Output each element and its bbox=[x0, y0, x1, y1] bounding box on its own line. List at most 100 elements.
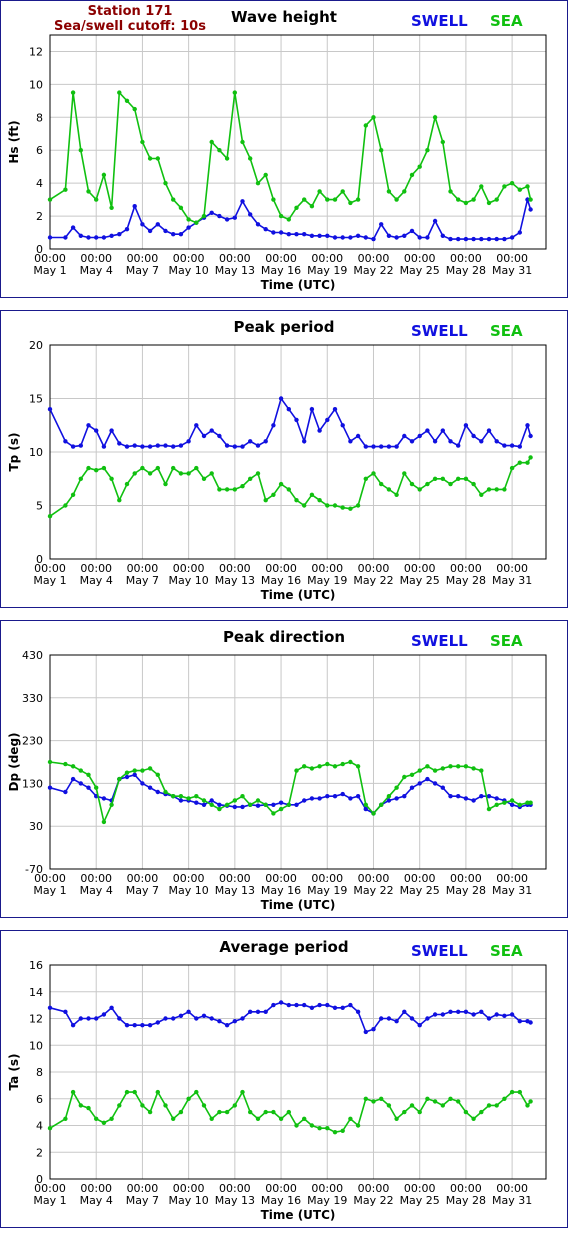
data-point-swell bbox=[386, 444, 392, 449]
data-point-swell bbox=[47, 785, 53, 790]
x-axis-label: Time (UTC) bbox=[261, 1208, 336, 1222]
data-point-swell bbox=[325, 233, 330, 238]
x-tick-date: May 16 bbox=[261, 264, 301, 277]
data-point-swell bbox=[163, 228, 168, 234]
data-point-sea bbox=[278, 1116, 284, 1121]
data-point-swell bbox=[278, 396, 284, 401]
data-point-sea bbox=[386, 487, 392, 492]
data-point-sea bbox=[479, 768, 484, 773]
data-point-swell bbox=[432, 439, 438, 444]
data-point-sea bbox=[201, 476, 207, 481]
data-point-sea bbox=[456, 197, 461, 202]
legend-sea: SEA bbox=[490, 632, 523, 650]
average-period-chart: 024681012141600:00May 100:00May 400:00Ma… bbox=[7, 938, 547, 1222]
data-point-swell bbox=[355, 233, 361, 238]
data-point-sea bbox=[70, 1089, 76, 1095]
data-point-sea bbox=[355, 1123, 361, 1128]
x-tick-date: May 25 bbox=[400, 1194, 440, 1207]
chart-title: Average period bbox=[219, 938, 348, 956]
x-tick-date: May 16 bbox=[261, 1194, 301, 1207]
y-axis-label: Tp (s) bbox=[7, 432, 21, 471]
data-point-sea bbox=[209, 471, 214, 476]
data-point-swell bbox=[448, 439, 453, 444]
data-point-swell bbox=[402, 233, 407, 238]
y-tick-label: 5 bbox=[36, 500, 43, 513]
data-point-sea bbox=[117, 1103, 122, 1108]
data-point-swell bbox=[163, 1016, 168, 1021]
data-point-sea bbox=[255, 181, 261, 186]
data-point-sea bbox=[294, 205, 299, 210]
data-point-swell bbox=[340, 423, 345, 428]
data-point-sea bbox=[394, 785, 399, 790]
data-point-swell bbox=[63, 439, 68, 444]
data-point-swell bbox=[209, 798, 214, 803]
data-point-swell bbox=[502, 443, 507, 448]
data-point-swell bbox=[248, 439, 253, 444]
data-point-sea bbox=[70, 764, 76, 769]
data-point-swell bbox=[432, 1012, 438, 1017]
y-tick-label: 130 bbox=[22, 777, 43, 790]
data-point-sea bbox=[186, 217, 191, 222]
data-point-sea bbox=[440, 139, 445, 145]
y-axis-label: Hs (ft) bbox=[7, 120, 21, 163]
data-point-swell bbox=[409, 228, 415, 234]
data-point-swell bbox=[471, 798, 476, 803]
data-point-sea bbox=[94, 468, 99, 473]
data-point-sea bbox=[124, 98, 130, 104]
data-point-swell bbox=[186, 225, 191, 230]
data-point-swell bbox=[147, 444, 153, 449]
data-point-swell bbox=[132, 204, 137, 209]
data-point-sea bbox=[217, 148, 222, 153]
data-point-sea bbox=[363, 476, 368, 481]
data-point-sea bbox=[525, 1103, 530, 1108]
data-point-sea bbox=[47, 197, 53, 202]
data-point-sea bbox=[140, 1103, 145, 1108]
data-point-swell bbox=[286, 407, 291, 412]
data-point-sea bbox=[528, 800, 533, 805]
data-point-sea bbox=[440, 476, 445, 481]
data-point-swell bbox=[479, 439, 484, 444]
data-point-sea bbox=[309, 1123, 315, 1128]
data-point-sea bbox=[232, 487, 237, 492]
data-point-sea bbox=[240, 484, 245, 489]
data-point-sea bbox=[309, 492, 315, 497]
data-point-sea bbox=[355, 503, 361, 508]
data-point-sea bbox=[402, 471, 407, 476]
data-point-sea bbox=[432, 476, 438, 481]
data-point-swell bbox=[294, 1002, 299, 1008]
data-point-swell bbox=[101, 1012, 107, 1017]
x-tick-date: May 4 bbox=[80, 574, 113, 587]
data-point-sea bbox=[124, 770, 130, 775]
data-point-swell bbox=[517, 230, 522, 235]
data-point-swell bbox=[309, 233, 315, 238]
data-point-swell bbox=[394, 444, 399, 449]
data-point-swell bbox=[263, 439, 268, 444]
data-point-sea bbox=[517, 802, 522, 807]
x-axis-label: Time (UTC) bbox=[261, 898, 336, 912]
data-point-sea bbox=[528, 197, 533, 202]
data-point-swell bbox=[502, 236, 507, 242]
data-point-swell bbox=[109, 233, 114, 238]
data-point-sea bbox=[402, 1109, 407, 1115]
data-point-sea bbox=[340, 1128, 345, 1133]
x-axis-label: Time (UTC) bbox=[261, 278, 336, 292]
data-point-swell bbox=[78, 443, 84, 448]
data-point-sea bbox=[271, 811, 276, 816]
data-point-swell bbox=[294, 417, 299, 423]
data-point-swell bbox=[271, 423, 276, 428]
data-point-sea bbox=[132, 471, 137, 476]
data-point-swell bbox=[425, 235, 430, 240]
data-point-swell bbox=[340, 235, 345, 240]
data-point-swell bbox=[463, 236, 469, 242]
data-point-sea bbox=[355, 197, 361, 202]
x-tick-date: May 10 bbox=[169, 574, 209, 587]
data-point-sea bbox=[209, 802, 214, 807]
data-point-sea bbox=[471, 1116, 476, 1121]
x-tick-date: May 16 bbox=[261, 884, 301, 897]
x-tick-date: May 31 bbox=[492, 884, 532, 897]
data-point-sea bbox=[255, 471, 261, 476]
data-point-sea bbox=[86, 189, 91, 194]
data-point-sea bbox=[394, 492, 399, 497]
y-tick-label: 12 bbox=[29, 45, 43, 58]
data-point-swell bbox=[302, 1002, 307, 1008]
